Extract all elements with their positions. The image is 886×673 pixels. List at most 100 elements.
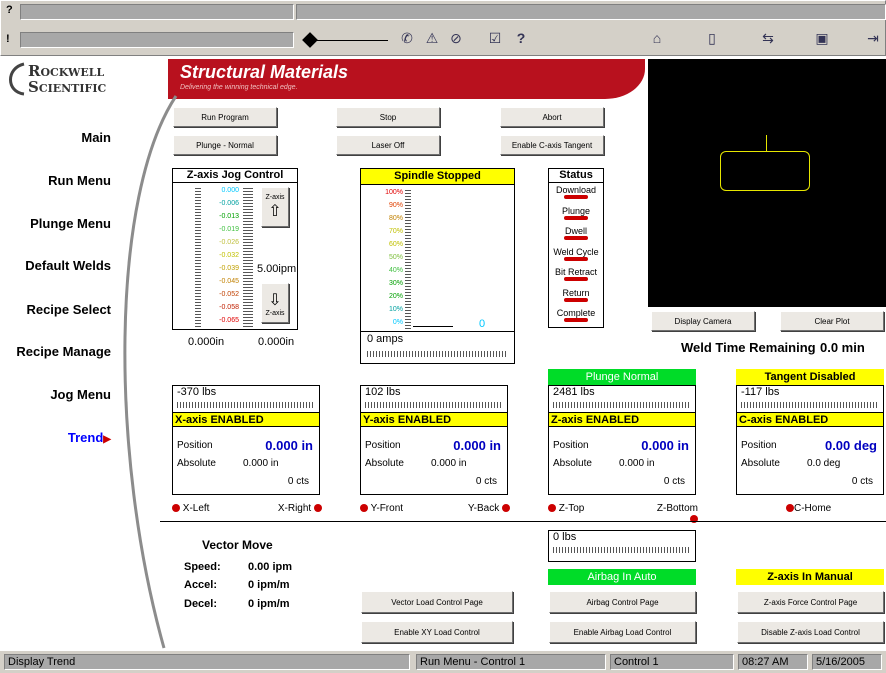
axis-absolute-label: Absolute	[553, 458, 592, 469]
display-camera-button[interactable]: Display Camera	[651, 311, 755, 331]
zforce-page-button[interactable]: Z-axis Force Control Page	[737, 591, 884, 613]
axis-limit-left-label: Y-Front	[370, 503, 404, 514]
limit-led-icon	[548, 504, 556, 513]
spindle-ticks	[405, 189, 411, 329]
status-item-label: Weld Cycle	[553, 246, 599, 257]
arrows-icon[interactable]: ⇆	[759, 30, 777, 47]
arrow-down-icon: ⇩	[268, 291, 282, 309]
spindle-amps: 0 amps	[367, 333, 404, 345]
nav-recipe-manage[interactable]: Recipe Manage	[16, 344, 111, 359]
axis-absolute-value: 0.000 in	[431, 458, 467, 469]
door-icon[interactable]: ▯	[703, 30, 721, 47]
scale-label: -0.019	[219, 226, 239, 233]
status-item: Complete	[549, 306, 603, 327]
nav-jog-menu[interactable]: Jog Menu	[16, 387, 111, 402]
status-bar-time: 08:27 AM	[738, 654, 808, 670]
enable-xy-button[interactable]: Enable XY Load Control	[361, 621, 513, 643]
axis-counts: 0 cts	[663, 476, 685, 487]
alert-marker: !	[6, 33, 10, 45]
axis-limit-left-label: X-Left	[182, 503, 210, 514]
axis-limit-right: Y-Back	[460, 503, 510, 514]
tools-icon[interactable]: ✆	[398, 30, 416, 47]
scale-label: 10%	[388, 306, 403, 313]
home-icon[interactable]: ⌂	[648, 30, 666, 46]
axis-absolute-label: Absolute	[741, 458, 780, 469]
spindle-scale: 100% 90% 80% 70% 60% 50% 40% 30% 20% 10% 0%	[367, 189, 403, 329]
z-jog-ticks-mid	[243, 187, 253, 327]
axis-state: C-axis ENABLED	[737, 412, 883, 427]
limit-led-icon	[690, 515, 698, 524]
checklist-icon[interactable]: ☑	[486, 30, 504, 47]
axis-absolute-label: Absolute	[365, 458, 404, 469]
axis-absolute-label: Absolute	[177, 458, 216, 469]
help-icon[interactable]: ?	[512, 30, 530, 46]
laser-off-button[interactable]: Laser Off	[336, 135, 440, 155]
axis-position-label: Position	[741, 440, 777, 451]
airbag-page-button[interactable]: Airbag Control Page	[549, 591, 696, 613]
axis-banner: Plunge Normal	[548, 369, 696, 385]
axis-limit-right: X-Right	[272, 503, 322, 514]
scale-label: 50%	[388, 254, 403, 261]
scale-label: -0.006	[219, 200, 239, 207]
scale-label: -0.026	[219, 239, 239, 246]
speed-label: Speed:	[184, 561, 221, 573]
status-item-label: Return	[562, 287, 590, 298]
nav-plunge-menu[interactable]: Plunge Menu	[16, 216, 111, 231]
axis-force: 2481 lbs	[553, 386, 595, 398]
abort-button[interactable]: Abort	[500, 107, 604, 127]
nav-default-welds[interactable]: Default Welds	[16, 258, 111, 273]
scale-label: 80%	[388, 215, 403, 222]
slider-track[interactable]	[308, 40, 388, 41]
enable-c-tangent-button[interactable]: Enable C-axis Tangent	[500, 135, 604, 155]
banner-title: Structural Materials	[180, 62, 349, 82]
vector-load-button[interactable]: Vector Load Control Page	[361, 591, 513, 613]
nav-trend[interactable]: Trend▶	[16, 430, 111, 445]
scale-label: -0.045	[219, 278, 239, 285]
jog-up-button[interactable]: Z-axis ⇧	[261, 187, 289, 227]
window-icon[interactable]: ▣	[813, 30, 831, 47]
z-manual-mode: Z-axis In Manual	[736, 569, 884, 585]
stop-button[interactable]: Stop	[336, 107, 440, 127]
axis-position-value: 0.000 in	[641, 438, 689, 453]
nav-recipe-select[interactable]: Recipe Select	[16, 302, 111, 317]
axis-panel: -370 lbs X-axis ENABLED Position 0.000 i…	[172, 385, 320, 495]
scale-label: 90%	[388, 202, 403, 209]
run-program-button[interactable]: Run Program	[173, 107, 277, 127]
status-indicator	[564, 318, 588, 322]
disable-z-button[interactable]: Disable Z-axis Load Control	[737, 621, 884, 643]
status-item: Return	[549, 286, 603, 307]
decel-label: Decel:	[184, 598, 218, 610]
z-jog-scale: 0.000 -0.006 -0.013 -0.019 -0.026 -0.032 -0.03…	[203, 187, 239, 327]
enable-airbag-button[interactable]: Enable Airbag Load Control	[549, 621, 696, 643]
exit-icon[interactable]: ⇥	[864, 30, 882, 47]
jog-up-label: Z-axis	[265, 193, 285, 201]
nav-run-menu[interactable]: Run Menu	[16, 173, 111, 188]
clear-plot-button[interactable]: Clear Plot	[780, 311, 884, 331]
spindle-value: 0	[479, 318, 486, 330]
z-jog-reading-left: 0.000in	[188, 336, 225, 348]
scale-label: 30%	[388, 280, 403, 287]
stop-icon[interactable]: ⊘	[447, 30, 465, 47]
jog-down-button[interactable]: ⇩ Z-axis	[261, 283, 289, 323]
nav-main[interactable]: Main	[16, 130, 111, 145]
alert-field	[20, 32, 294, 48]
plunge-normal-button[interactable]: Plunge - Normal	[173, 135, 277, 155]
jog-rate: 5.00ipm	[257, 263, 297, 275]
status-item-label: Complete	[556, 308, 596, 318]
axis-limit-left: Y-Front	[360, 503, 403, 514]
status-indicator	[564, 277, 588, 281]
message-field-1	[20, 4, 294, 20]
scale-label: -0.058	[219, 304, 239, 311]
status-item: Plunge	[549, 204, 603, 225]
status-item: Weld Cycle	[549, 245, 603, 266]
axis-force-ticks	[365, 402, 503, 408]
status-bar-control: Control 1	[610, 654, 734, 670]
airbag-force: 0 lbs	[553, 531, 577, 543]
status-indicator	[564, 236, 588, 240]
scale-label: -0.013	[219, 213, 239, 220]
warning-icon[interactable]: ⚠	[423, 30, 441, 47]
axis-position-value: 0.000 in	[453, 438, 501, 453]
scale-label: -0.065	[219, 317, 239, 324]
axis-position-label: Position	[553, 440, 589, 451]
section-divider	[160, 521, 886, 522]
